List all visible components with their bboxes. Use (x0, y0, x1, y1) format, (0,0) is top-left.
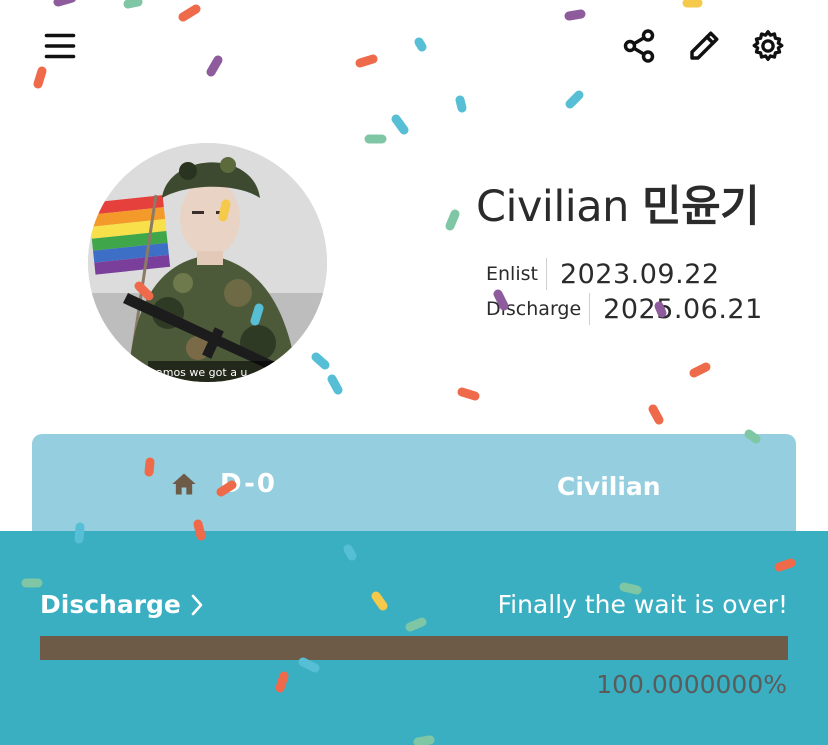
discharge-date: 2025.06.21 (603, 293, 763, 325)
user-name: Civilian 민윤기 (476, 172, 760, 234)
name-korean: 민윤기 (642, 182, 760, 232)
divider (589, 293, 591, 325)
divider (545, 258, 547, 290)
top-bar (0, 0, 828, 95)
rank-label: Civilian (557, 472, 661, 501)
status-message: Finally the wait is over! (497, 590, 788, 619)
discharge-row: Discharge 2025.06.21 (486, 293, 763, 325)
dday-text: D-0 (220, 469, 277, 499)
profile-avatar[interactable]: amos we got a u (88, 143, 327, 382)
share-icon[interactable] (617, 24, 661, 68)
hamburger-menu-icon[interactable] (38, 24, 82, 68)
gear-icon[interactable] (746, 24, 790, 68)
enlist-date: 2023.09.22 (559, 258, 720, 290)
progress-bar (40, 636, 788, 660)
dday-counter: D-0 (170, 469, 277, 499)
progress-percent: 100.0000000% (596, 670, 787, 699)
progress-fill (40, 636, 788, 660)
discharge-link[interactable]: Discharge (40, 590, 205, 619)
rainbow-flag (88, 195, 171, 275)
soldier-photo: amos we got a u (88, 143, 327, 382)
name-prefix: Civilian (476, 182, 629, 232)
enlist-label: Enlist (486, 263, 538, 285)
pencil-icon[interactable] (682, 24, 726, 68)
chevron-right-icon (191, 594, 203, 615)
enlist-row: Enlist 2023.09.22 (486, 258, 720, 290)
discharge-link-label: Discharge (40, 590, 181, 619)
avatar-caption: amos we got a u (156, 366, 247, 379)
discharge-label: Discharge (486, 298, 582, 320)
home-icon (172, 473, 196, 495)
